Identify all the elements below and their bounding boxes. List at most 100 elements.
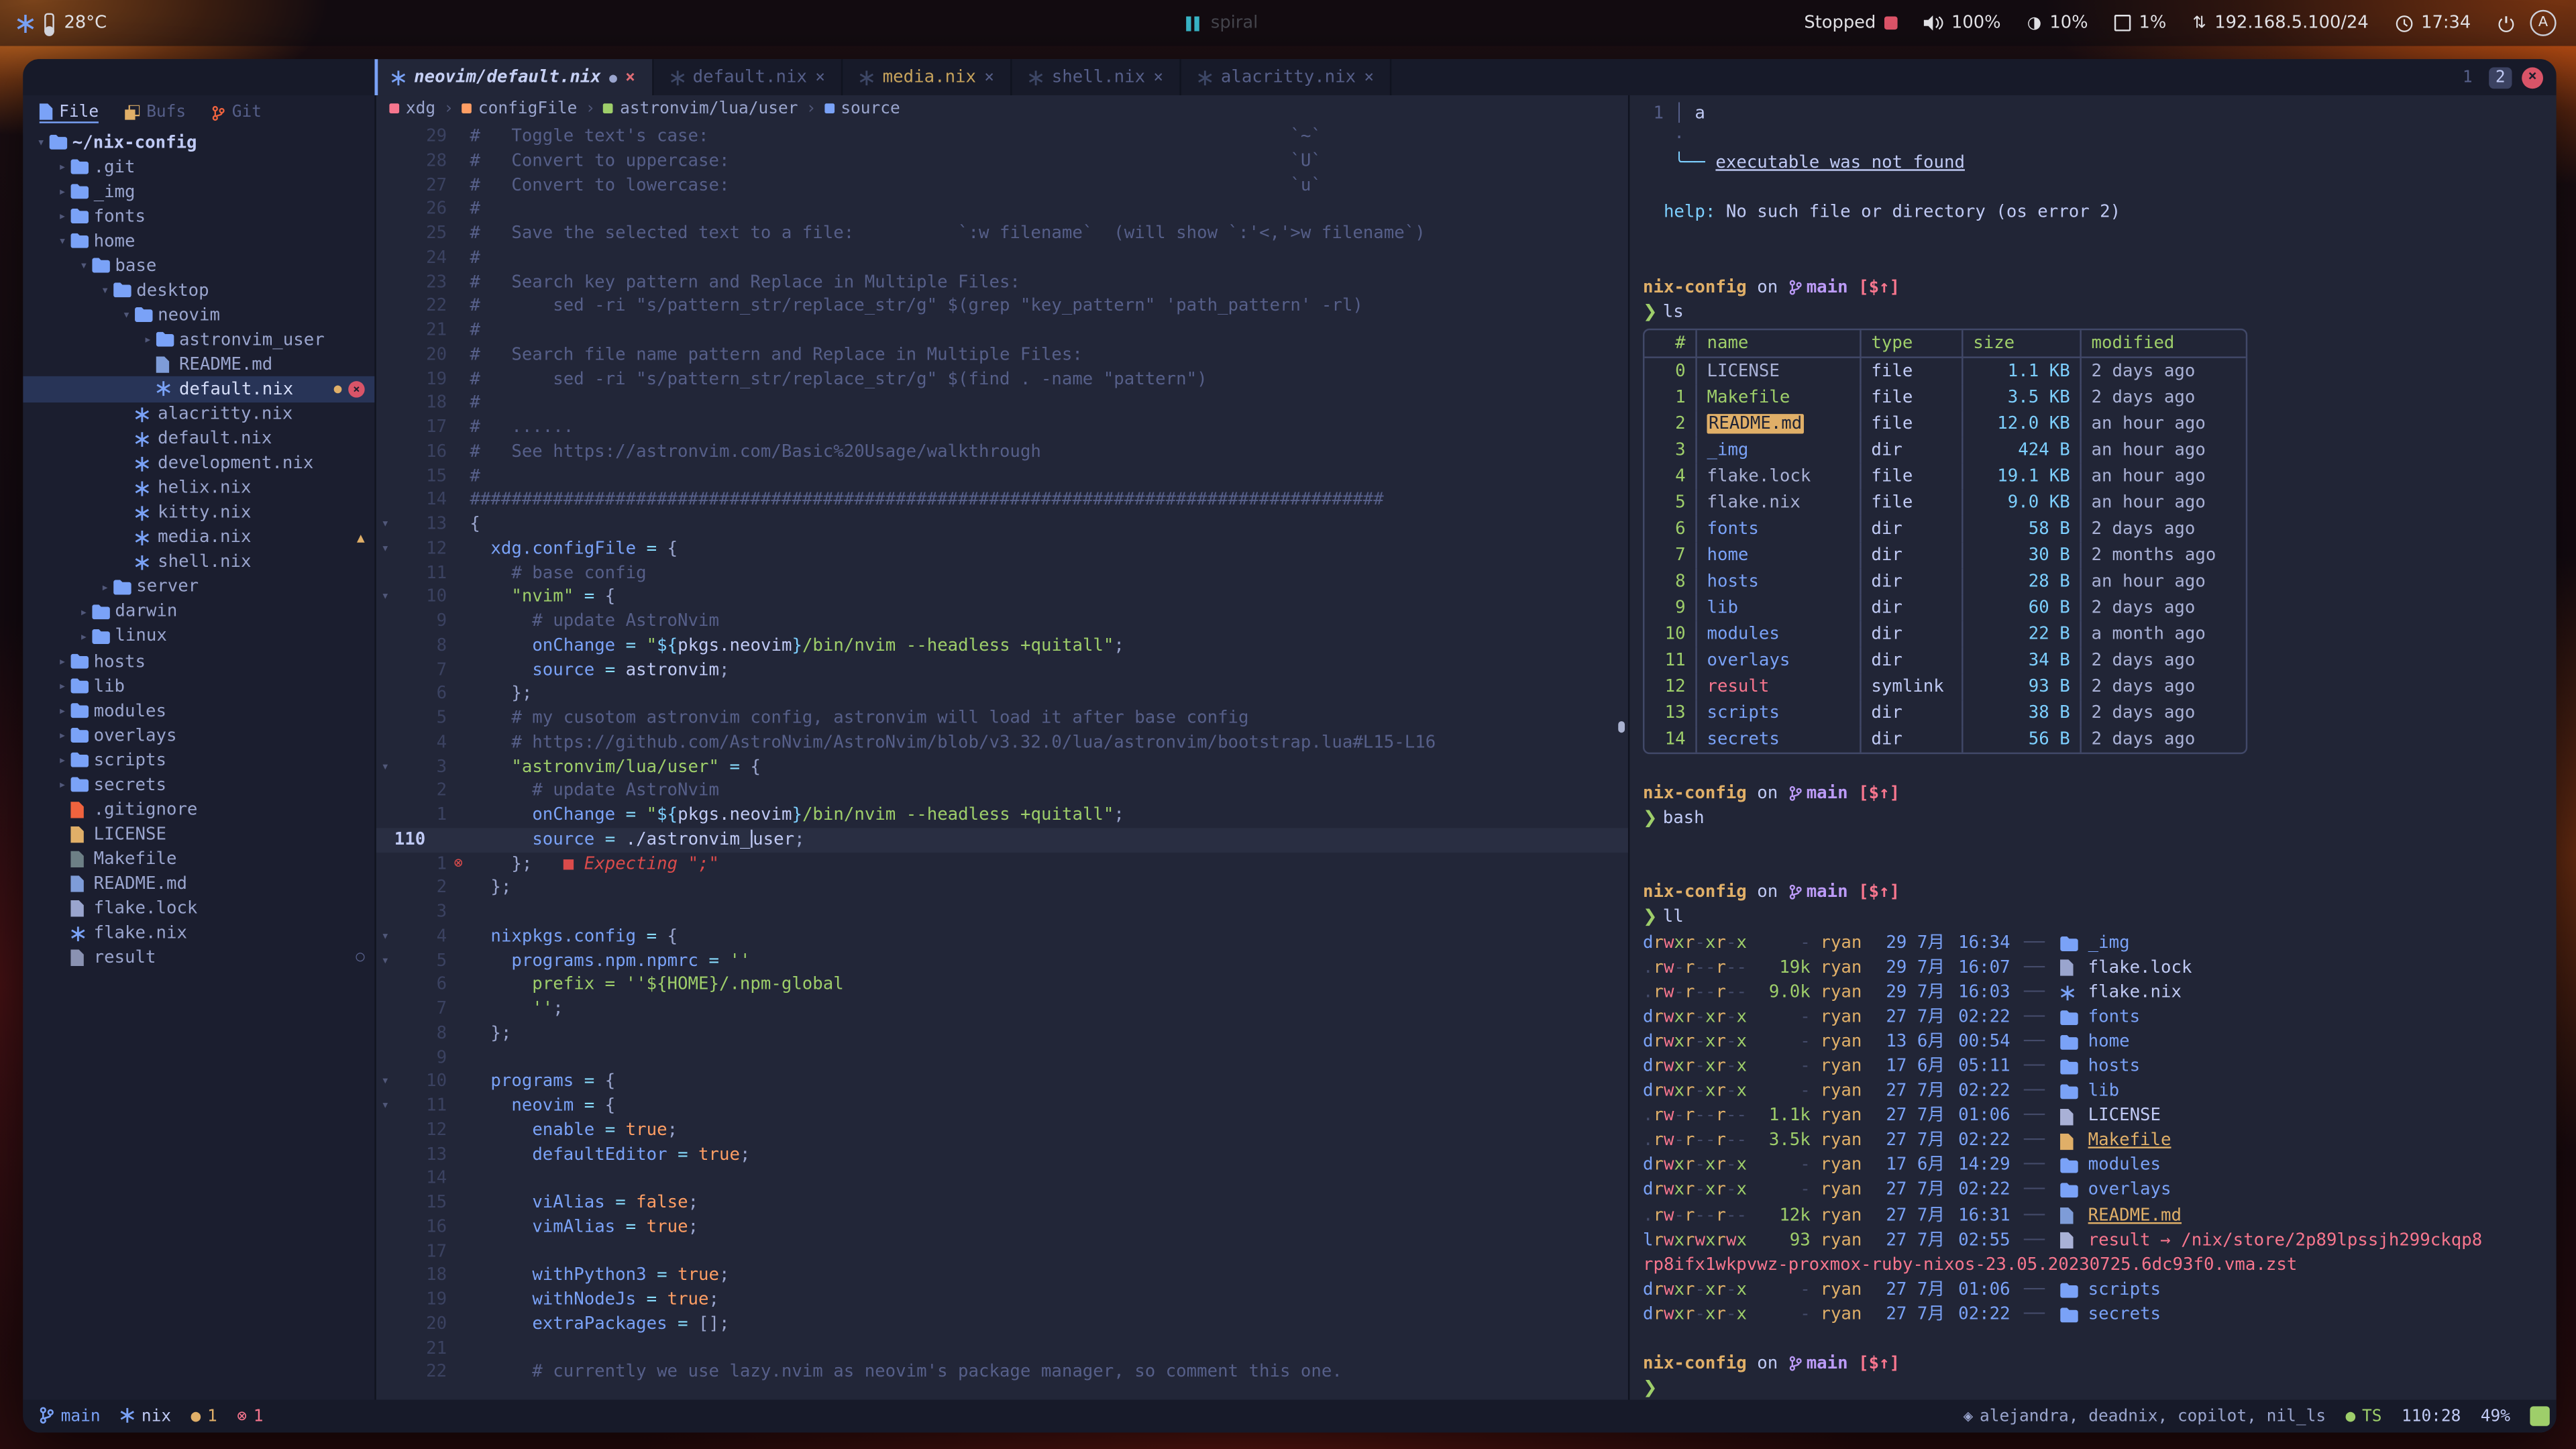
tree-item-overlays[interactable]: ▸overlays	[23, 723, 374, 748]
editor-line[interactable]: 13 defaultEditor = true;	[376, 1142, 1628, 1167]
temperature-value[interactable]: 28°C	[64, 13, 107, 33]
editor-line[interactable]: 2 };	[376, 876, 1628, 900]
editor-line[interactable]: 17	[376, 1240, 1628, 1264]
close-tab-icon[interactable]: ×	[984, 68, 994, 87]
editor-line[interactable]: 18 #	[376, 391, 1628, 415]
fold-chevron-icon[interactable]: ▾	[376, 949, 394, 973]
editor-line[interactable]: 16 vimAlias = true;	[376, 1216, 1628, 1240]
fold-chevron-icon[interactable]: ▾	[376, 924, 394, 949]
tree-item-_img[interactable]: ▸_img	[23, 179, 374, 204]
nix-logo-icon[interactable]	[16, 14, 34, 32]
tree-item-secrets[interactable]: ▸secrets	[23, 773, 374, 798]
editor-line[interactable]: 14	[376, 1167, 1628, 1191]
editor-line[interactable]: 8 };	[376, 1022, 1628, 1046]
volume-level[interactable]: 100%	[1951, 13, 2001, 33]
chevron-down-icon[interactable]: ▾	[76, 258, 92, 273]
tree-item-.gitignore[interactable]: .gitignore	[23, 797, 374, 822]
fold-chevron-icon[interactable]: ▾	[376, 513, 394, 537]
chevron-down-icon[interactable]: ▾	[118, 308, 134, 323]
chevron-right-icon[interactable]: ▸	[54, 184, 70, 199]
cpu-usage[interactable]: 1%	[2139, 13, 2166, 33]
buffer-tab-alacritty.nix[interactable]: alacritty.nix×	[1181, 59, 1392, 95]
tree-item-.git[interactable]: ▸.git	[23, 154, 374, 179]
clock-time[interactable]: 17:34	[2421, 13, 2471, 33]
editor-line[interactable]: 15 #	[376, 464, 1628, 488]
tree-item-server[interactable]: ▸server	[23, 575, 374, 600]
editor-line[interactable]: 17 # ......	[376, 416, 1628, 440]
tree-item-default.nix[interactable]: default.nix●×	[23, 377, 374, 402]
user-badge[interactable]: A	[2530, 10, 2556, 36]
editor-line[interactable]: ▾5 programs.npm.npmrc = ''	[376, 949, 1628, 973]
chevron-right-icon[interactable]: ▸	[54, 654, 70, 669]
editor-line[interactable]: 5 # my cusotom astronvim config, astronv…	[376, 706, 1628, 731]
close-tab-icon[interactable]: ×	[815, 68, 825, 87]
tree-item-flake.nix[interactable]: flake.nix	[23, 921, 374, 946]
editor-line[interactable]: 3	[376, 900, 1628, 924]
buffer-tab-neovim/default.nix[interactable]: neovim/default.nix●×	[374, 59, 653, 95]
fold-chevron-icon[interactable]: ▾	[376, 755, 394, 779]
editor-line[interactable]: 20 extraPackages = [];	[376, 1312, 1628, 1336]
editor-line[interactable]: 8 onChange = "${pkgs.neovim}/bin/nvim --…	[376, 634, 1628, 658]
tree-item-result[interactable]: result○	[23, 946, 374, 971]
editor-line[interactable]: 12 enable = true;	[376, 1118, 1628, 1142]
editor-line[interactable]: 15 viAlias = false;	[376, 1191, 1628, 1216]
tree-item-hosts[interactable]: ▸hosts	[23, 649, 374, 674]
git-branch-name[interactable]: main	[61, 1407, 101, 1426]
chevron-down-icon[interactable]: ▾	[54, 233, 70, 248]
close-tab-icon[interactable]: ×	[1364, 68, 1374, 87]
terminal-pane[interactable]: 1 │ a · ╰── executable was not found hel…	[1629, 95, 2556, 1399]
editor-line[interactable]: 18 withPython3 = true;	[376, 1264, 1628, 1288]
editor-line[interactable]: 9	[376, 1046, 1628, 1070]
breadcrumb-item[interactable]: source	[824, 99, 900, 117]
file-tree[interactable]: ▾~/nix-config▸.git▸_img▸fonts▾home▾base▾…	[23, 127, 374, 1400]
chevron-right-icon[interactable]: ▸	[97, 580, 113, 594]
code-editor[interactable]: xdg›configFile›astronvim/lua/user›source…	[376, 95, 1630, 1399]
tree-item-neovim[interactable]: ▾neovim	[23, 303, 374, 327]
workspace-label[interactable]: spiral	[1211, 13, 1258, 33]
chevron-right-icon[interactable]: ▸	[54, 209, 70, 223]
tree-item-LICENSE[interactable]: LICENSE	[23, 822, 374, 847]
buffer-tab-default.nix[interactable]: default.nix×	[653, 59, 843, 95]
chevron-right-icon[interactable]: ▸	[76, 629, 92, 644]
chevron-down-icon[interactable]: ▾	[97, 283, 113, 298]
close-tab-icon[interactable]: ×	[1153, 68, 1163, 87]
buffer-tab-media.nix[interactable]: media.nix×	[843, 59, 1012, 95]
chevron-right-icon[interactable]: ▸	[54, 703, 70, 718]
tree-item-desktop[interactable]: ▾desktop	[23, 278, 374, 303]
editor-line[interactable]: 2 # update AstroNvim	[376, 779, 1628, 803]
fold-chevron-icon[interactable]: ▾	[376, 537, 394, 561]
editor-line[interactable]: 16 # See https://astronvim.com/Basic%20U…	[376, 440, 1628, 464]
fold-chevron-icon[interactable]: ▾	[376, 1070, 394, 1094]
sidebar-tab-bufs[interactable]: Bufs	[125, 103, 186, 121]
editor-line[interactable]: 23 # Search key pattern and Replace in M…	[376, 270, 1628, 294]
editor-line[interactable]: 22 # currently we use lazy.nvim as neovi…	[376, 1360, 1628, 1385]
tree-item-scripts[interactable]: ▸scripts	[23, 748, 374, 773]
editor-line[interactable]: 110 source = ./astronvim_user;	[376, 828, 1628, 852]
tree-item-flake.lock[interactable]: flake.lock	[23, 896, 374, 921]
tree-item-home[interactable]: ▾home	[23, 229, 374, 254]
tree-item-shell.nix[interactable]: shell.nix	[23, 550, 374, 575]
editor-line[interactable]: ▾10 programs = {	[376, 1070, 1628, 1094]
editor-line[interactable]: 14 #####################################…	[376, 488, 1628, 513]
tree-item-lib[interactable]: ▸lib	[23, 674, 374, 698]
sidebar-tab-file[interactable]: File	[40, 103, 99, 122]
tree-item-base[interactable]: ▾base	[23, 254, 374, 278]
tree-item-media.nix[interactable]: media.nix▲	[23, 525, 374, 550]
tree-item-helix.nix[interactable]: helix.nix	[23, 476, 374, 500]
terminal-command-line[interactable]: ❯ ll	[1643, 906, 2557, 930]
editor-line[interactable]: 6 };	[376, 682, 1628, 706]
tabpage-2[interactable]: 2	[2489, 66, 2512, 88]
breadcrumb-item[interactable]: xdg	[389, 99, 435, 117]
editor-line[interactable]: 21 #	[376, 319, 1628, 343]
breadcrumb-item[interactable]: astronvim/lua/user	[604, 99, 798, 117]
code-lines[interactable]: 29 # Toggle text's case: `~` 28 # Conver…	[376, 121, 1628, 1399]
editor-line[interactable]: ▾13 {	[376, 513, 1628, 537]
network-address[interactable]: 192.168.5.100/24	[2214, 13, 2369, 33]
fold-chevron-icon[interactable]: ▾	[376, 585, 394, 609]
chevron-right-icon[interactable]: ▸	[54, 728, 70, 743]
close-file-icon[interactable]: ×	[348, 381, 364, 397]
breadcrumb-item[interactable]: configFile	[462, 99, 577, 117]
editor-line[interactable]: 29 # Toggle text's case: `~`	[376, 125, 1628, 149]
chevron-right-icon[interactable]: ▸	[54, 160, 70, 174]
tree-item-linux[interactable]: ▸linux	[23, 624, 374, 649]
